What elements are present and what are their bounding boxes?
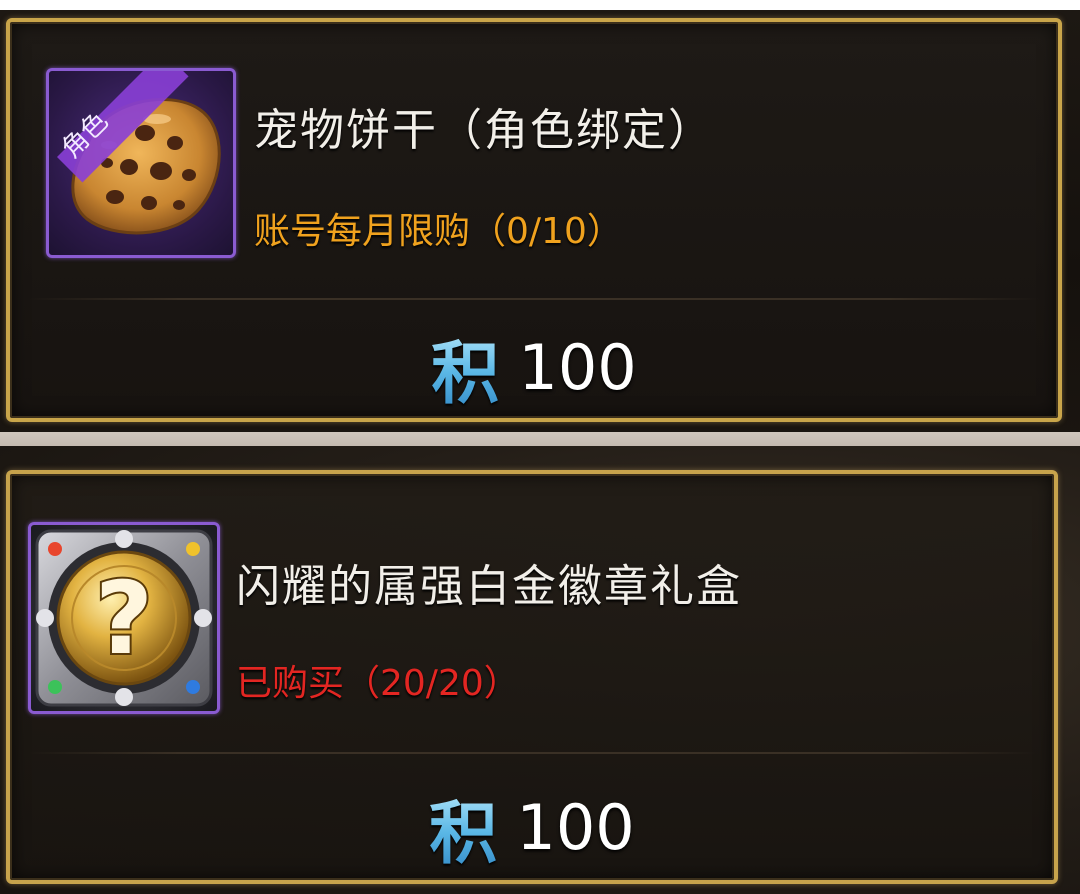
price-value: 100 [516,791,635,864]
item-name: 宠物饼干（角色绑定） [254,105,714,156]
divider [28,752,1036,754]
price-value: 100 [518,331,637,404]
purchase-limit: 账号每月限购（0/10） [254,211,623,252]
price-row[interactable]: 积 100 [10,318,1058,417]
points-currency-icon: 积 [429,778,497,877]
svg-text:?: ? [95,560,153,677]
cookie-icon: 角色 [56,71,221,235]
item-icon-frame[interactable]: 角色 [46,68,236,258]
mystery-box-icon: ? [35,529,213,707]
price-row[interactable]: 积 100 [10,778,1054,877]
shop-screen: 角色 宠物饼干（角色绑定） 账号每月限购（0/10） 积 100 ? 闪耀的属强… [0,0,1080,894]
purchase-status: 已购买（20/20） [236,663,520,704]
shop-item-card-badge-box[interactable]: ? 闪耀的属强白金徽章礼盒 已购买（20/20） 积 100 [6,470,1058,884]
points-currency-icon: 积 [431,318,499,417]
item-icon-frame[interactable]: ? [28,522,220,714]
shop-item-card-cookie[interactable]: 角色 宠物饼干（角色绑定） 账号每月限购（0/10） 积 100 [6,18,1062,422]
divider [28,298,1040,300]
item-name: 闪耀的属强白金徽章礼盒 [236,561,742,612]
